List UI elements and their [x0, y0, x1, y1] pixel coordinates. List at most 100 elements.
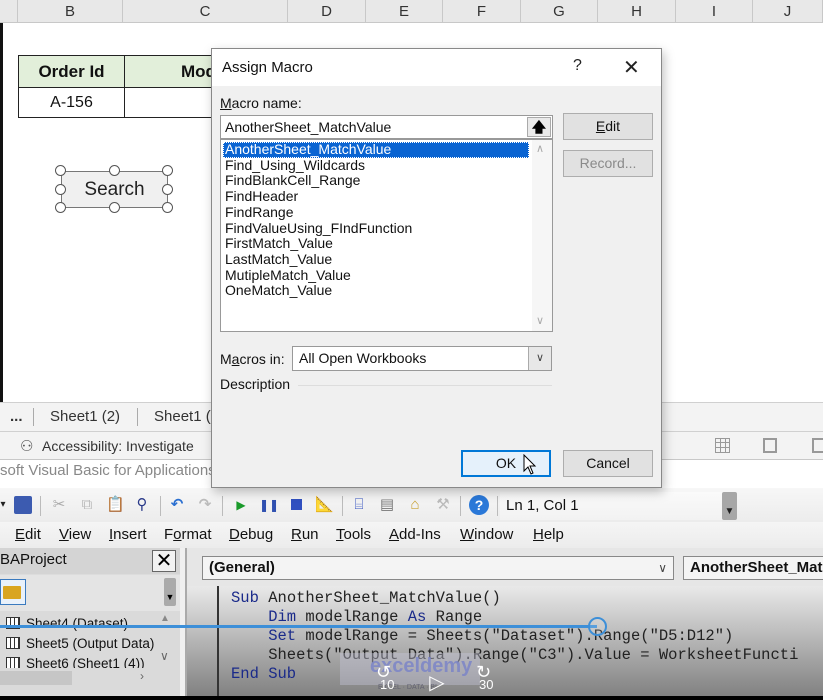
scroll-up-arrow[interactable]: ▲ — [160, 613, 170, 624]
column-header-g[interactable]: G — [521, 0, 598, 23]
more-sheets-button[interactable]: ... — [10, 403, 23, 431]
resize-handle[interactable] — [55, 202, 66, 213]
record-button[interactable]: Record... — [563, 150, 653, 177]
collapse-dialog-button[interactable]: 🡅 — [527, 117, 551, 137]
macro-list-item[interactable]: Find_Using_Wildcards — [223, 157, 529, 174]
table-header-model[interactable]: Mod — [124, 55, 224, 88]
normal-view-icon[interactable] — [715, 438, 730, 453]
undo-icon[interactable]: ↶ — [168, 496, 186, 514]
macro-list[interactable]: AnotherSheet_MatchValue Find_Using_Wildca… — [220, 139, 553, 332]
procedure-combobox[interactable]: AnotherSheet_Matc — [683, 556, 823, 580]
copy-icon[interactable]: ⧉ — [78, 496, 96, 514]
help-icon[interactable]: ? — [469, 495, 489, 515]
redo-icon[interactable]: ↷ — [196, 496, 214, 514]
play-icon: ▷ — [429, 672, 445, 694]
project-toolbar-dropdown[interactable]: ▼ — [164, 578, 176, 606]
scroll-right-arrow[interactable]: › — [140, 669, 144, 683]
reset-icon[interactable] — [287, 496, 305, 514]
horizontal-scrollbar-thumb[interactable] — [0, 671, 72, 685]
table-cell-model[interactable] — [124, 87, 224, 118]
code-window: (General) ∨ AnotherSheet_Matc Sub Another… — [185, 548, 823, 700]
resize-handle[interactable] — [162, 165, 173, 176]
menu-insert[interactable]: Insert — [109, 526, 147, 543]
project-tree-item[interactable]: Sheet4 (Dataset) — [6, 616, 128, 631]
scroll-up-arrow[interactable]: ∧ — [536, 142, 544, 155]
play-button[interactable]: ▷ — [426, 670, 448, 695]
project-explorer-icon[interactable]: ⌸ — [350, 496, 368, 514]
menu-edit[interactable]: Edit — [15, 526, 41, 543]
sheet-tab[interactable]: Sheet1 (2) — [50, 403, 120, 431]
macros-in-label: Macros in: — [220, 351, 285, 367]
column-header-b[interactable]: B — [18, 0, 123, 23]
resize-handle[interactable] — [55, 184, 66, 195]
project-tree-item[interactable]: Sheet6 (Sheet1 (4)) — [6, 656, 145, 668]
edit-button[interactable]: Edit — [563, 113, 653, 140]
dialog-close-button[interactable]: ✕ — [623, 55, 640, 80]
resize-handle[interactable] — [162, 202, 173, 213]
run-icon[interactable]: ▶ — [232, 496, 250, 514]
project-tree-item[interactable]: Sheet5 (Output Data) — [6, 636, 154, 651]
find-icon[interactable]: ⚲ — [133, 496, 151, 514]
column-header-f[interactable]: F — [443, 0, 521, 23]
table-cell-order-id[interactable]: A-156 — [18, 87, 125, 118]
project-explorer-pane: BAProject ✕ ▼ Sheet4 (Dataset) Sheet5 (O… — [0, 548, 180, 700]
toggle-folders-button[interactable] — [0, 579, 26, 605]
column-header-h[interactable]: H — [598, 0, 676, 23]
paste-icon[interactable]: 📋 — [106, 496, 125, 514]
macro-list-scrollbar[interactable]: ∧ ∨ — [532, 140, 552, 331]
properties-window-icon[interactable]: ▤ — [378, 496, 396, 514]
macro-list-item[interactable]: LastMatch_Value — [223, 251, 529, 268]
macro-list-item[interactable]: OneMatch_Value — [223, 283, 529, 299]
toolbox-icon[interactable]: ⚒ — [434, 496, 452, 514]
cancel-button[interactable]: Cancel — [563, 450, 653, 477]
menu-run[interactable]: Run — [291, 526, 319, 543]
page-break-icon[interactable] — [812, 438, 823, 453]
column-header-e[interactable]: E — [366, 0, 443, 23]
menu-add-ins[interactable]: Add-Ins — [389, 526, 441, 543]
menu-format[interactable]: Format — [164, 526, 212, 543]
code-editor[interactable]: Sub AnotherSheet_MatchValue() Dim modelR… — [187, 586, 823, 700]
macro-list-item[interactable]: FindValueUsing_FIndFunction — [223, 220, 529, 237]
column-header-d[interactable]: D — [288, 0, 366, 23]
macro-list-item[interactable]: FindRange — [223, 204, 529, 221]
chevron-down-icon[interactable]: ∨ — [528, 347, 551, 370]
menu-tools[interactable]: Tools — [336, 526, 371, 543]
page-layout-icon[interactable] — [763, 438, 777, 453]
resize-handle[interactable] — [109, 202, 120, 213]
object-combobox[interactable]: (General) ∨ — [202, 556, 674, 580]
toolbar-options-dropdown[interactable]: ▼ — [722, 492, 737, 520]
macro-list-item[interactable]: FirstMatch_Value — [223, 235, 529, 252]
object-browser-icon[interactable]: ⌂ — [406, 496, 424, 514]
dialog-help-button[interactable]: ? — [573, 57, 582, 75]
macro-list-item[interactable]: FindBlankCell_Range — [223, 173, 529, 189]
macro-list-item[interactable]: MutipleMatch_Value — [223, 267, 529, 284]
select-all-corner[interactable] — [0, 0, 18, 23]
sheet-tab[interactable]: Sheet1 ( — [154, 403, 211, 431]
video-progress-knob[interactable] — [587, 617, 607, 636]
video-progress-bar[interactable] — [0, 625, 597, 628]
macros-in-select[interactable]: All Open Workbooks — [292, 346, 552, 371]
resize-handle[interactable] — [55, 165, 66, 176]
menu-help[interactable]: Help — [533, 526, 564, 543]
menu-debug[interactable]: Debug — [229, 526, 273, 543]
macro-name-input[interactable]: AnotherSheet_MatchValue — [220, 115, 553, 139]
column-header-j[interactable]: J — [753, 0, 823, 23]
accessibility-status[interactable]: Accessibility: Investigate — [42, 438, 194, 454]
macro-list-item[interactable]: FindHeader — [223, 188, 529, 205]
column-header-c[interactable]: C — [123, 0, 288, 23]
resize-handle[interactable] — [162, 184, 173, 195]
table-header-order-id[interactable]: Order Id — [18, 55, 125, 88]
menu-view[interactable]: View — [59, 526, 91, 543]
close-project-explorer-button[interactable]: ✕ — [152, 550, 176, 572]
column-header-i[interactable]: I — [676, 0, 753, 23]
save-icon[interactable] — [14, 496, 32, 514]
ok-button[interactable]: OK — [461, 450, 551, 477]
cut-icon[interactable]: ✂ — [50, 496, 68, 514]
scroll-down-arrow[interactable]: ∨ — [536, 314, 544, 327]
macro-list-item[interactable]: AnotherSheet_MatchValue — [223, 141, 529, 158]
resize-handle[interactable] — [109, 165, 120, 176]
menu-window[interactable]: Window — [460, 526, 513, 543]
scroll-down-arrow[interactable]: ∨ — [160, 649, 169, 663]
break-icon[interactable]: ❚❚ — [259, 496, 279, 514]
design-mode-icon[interactable]: 📐 — [315, 496, 334, 514]
